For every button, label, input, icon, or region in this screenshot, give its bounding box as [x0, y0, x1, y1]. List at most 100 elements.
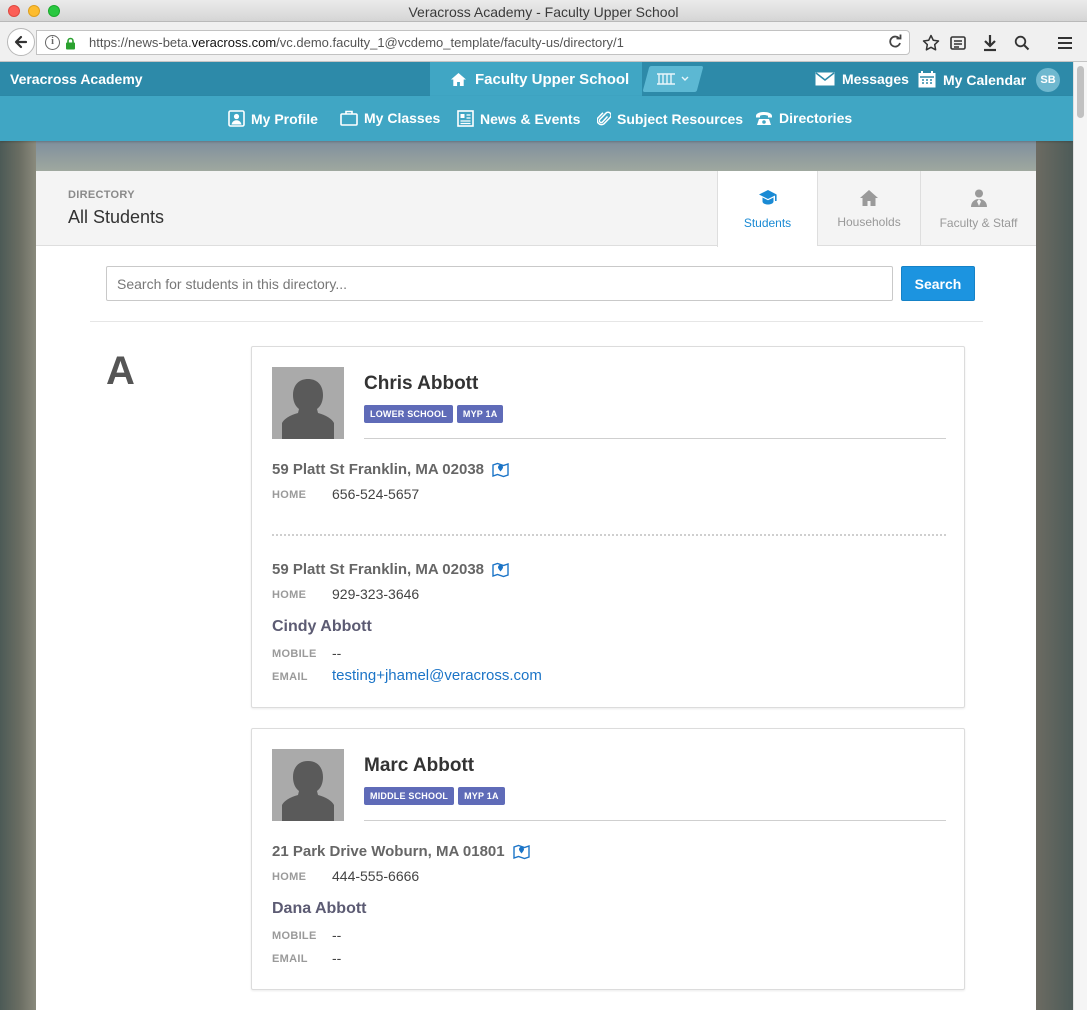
- divider: [364, 820, 946, 821]
- home-icon: [451, 72, 466, 86]
- main-nav: My Profile My Classes News & Events Subj…: [0, 96, 1073, 141]
- school-badge: LOWER SCHOOL: [364, 405, 453, 423]
- mobile-label: MOBILE: [272, 930, 317, 942]
- url-text[interactable]: https://news-beta.veracross.com/vc.demo.…: [89, 35, 624, 50]
- map-icon[interactable]: [492, 562, 509, 578]
- badge-group: LOWER SCHOOL MYP 1A: [364, 405, 504, 423]
- phone-label: HOME: [272, 589, 307, 601]
- graduation-cap-icon: [758, 190, 777, 205]
- home-phone[interactable]: 656-524-5657: [332, 486, 419, 502]
- house-icon: [860, 189, 878, 206]
- student-name[interactable]: Chris Abbott: [364, 373, 478, 395]
- nav-label: My Profile: [251, 110, 318, 127]
- directory-search-input[interactable]: [106, 266, 893, 301]
- home-address: 59 Platt St Franklin, MA 02038: [272, 461, 509, 478]
- nav-label: Subject Resources: [617, 110, 744, 127]
- directory-eyebrow: DIRECTORY: [68, 189, 135, 201]
- student-card: Chris Abbott LOWER SCHOOL MYP 1A 59 Plat…: [251, 346, 965, 708]
- home-phone[interactable]: 929-323-3646: [332, 586, 419, 602]
- hamburger-menu-icon[interactable]: [1055, 33, 1075, 53]
- nav-subject-resources[interactable]: Subject Resources: [597, 110, 743, 127]
- tab-households[interactable]: Households: [817, 171, 920, 246]
- browser-toolbar: i https://news-beta.veracross.com/vc.dem…: [0, 22, 1087, 62]
- scrollbar-thumb[interactable]: [1077, 66, 1084, 118]
- nav-news-events[interactable]: News & Events: [457, 110, 580, 127]
- student-name[interactable]: Marc Abbott: [364, 755, 474, 777]
- home-phone[interactable]: 444-555-6666: [332, 868, 419, 884]
- messages-link[interactable]: Messages: [815, 71, 909, 87]
- section-letter: A: [106, 349, 135, 393]
- search-icon[interactable]: [1012, 33, 1032, 53]
- window-title: Veracross Academy - Faculty Upper School: [408, 4, 679, 20]
- news-icon: [457, 110, 474, 127]
- directory-header: DIRECTORY All Students Students Househol…: [36, 171, 1036, 247]
- portal-tab[interactable]: Faculty Upper School: [430, 62, 642, 96]
- class-badge: MYP 1A: [458, 787, 505, 805]
- tab-label: Students: [743, 216, 792, 230]
- phone-label: HOME: [272, 871, 307, 883]
- tab-faculty-staff[interactable]: Faculty & Staff: [920, 171, 1036, 246]
- person-icon: [970, 189, 987, 207]
- divider: [364, 438, 946, 439]
- dotted-divider: [272, 534, 946, 536]
- email-label: EMAIL: [272, 671, 308, 683]
- mobile-label: MOBILE: [272, 648, 317, 660]
- nav-label: News & Events: [480, 110, 581, 127]
- info-icon[interactable]: i: [45, 35, 60, 50]
- phone-label: HOME: [272, 489, 307, 501]
- divider: [90, 321, 983, 322]
- person-silhouette-icon: [282, 379, 334, 439]
- columns-logo-icon: [657, 73, 689, 85]
- tab-label: Households: [837, 214, 901, 229]
- calendar-icon: [918, 71, 936, 88]
- my-calendar-link[interactable]: My Calendar: [918, 71, 1026, 88]
- back-button[interactable]: [7, 28, 35, 56]
- address-bar[interactable]: i https://news-beta.veracross.com/vc.dem…: [36, 30, 910, 55]
- nav-my-profile[interactable]: My Profile: [228, 110, 318, 127]
- envelope-icon: [815, 72, 835, 86]
- back-arrow-icon: [14, 35, 28, 49]
- school-name[interactable]: Veracross Academy: [10, 71, 143, 87]
- nav-label: Directories: [779, 110, 853, 126]
- briefcase-icon: [340, 110, 358, 126]
- window-titlebar: Veracross Academy - Faculty Upper School: [0, 0, 1087, 22]
- reload-icon[interactable]: [887, 34, 903, 50]
- student-photo-placeholder[interactable]: [272, 749, 344, 821]
- school-badge: MIDDLE SCHOOL: [364, 787, 455, 805]
- nav-my-classes[interactable]: My Classes: [340, 110, 440, 126]
- parent-name[interactable]: Dana Abbott: [272, 900, 367, 918]
- nav-label: My Classes: [364, 110, 441, 126]
- mobile-value: --: [332, 927, 342, 943]
- student-photo-placeholder[interactable]: [272, 367, 344, 439]
- search-button[interactable]: Search: [901, 266, 975, 301]
- tab-label: Faculty & Staff: [939, 215, 1018, 230]
- person-silhouette-icon: [282, 761, 334, 821]
- directory-title: All Students: [68, 207, 165, 227]
- portal-switcher-button[interactable]: [642, 66, 704, 92]
- nav-directories[interactable]: Directories: [755, 110, 852, 126]
- page-scrollbar[interactable]: [1073, 62, 1087, 1010]
- address-text: 59 Platt St Franklin, MA 02038: [272, 461, 485, 478]
- campus-building-photo-strip: [36, 141, 1036, 171]
- map-icon[interactable]: [512, 844, 530, 860]
- home-address: 21 Park Drive Woburn, MA 01801: [272, 843, 530, 860]
- app-header: Veracross Academy Faculty Upper School M…: [0, 62, 1073, 96]
- lock-icon: [66, 37, 75, 50]
- user-avatar[interactable]: SB: [1036, 68, 1060, 92]
- student-card: Marc Abbott MIDDLE SCHOOL MYP 1A 21 Park…: [251, 728, 965, 990]
- badge-group: MIDDLE SCHOOL MYP 1A: [364, 787, 505, 805]
- email-link[interactable]: testing+jhamel@veracross.com: [332, 667, 542, 684]
- email-value: --: [332, 950, 342, 966]
- parent-name[interactable]: Cindy Abbott: [272, 618, 372, 636]
- tab-students[interactable]: Students: [717, 171, 817, 247]
- bookmark-star-icon[interactable]: [921, 33, 941, 53]
- email-label: EMAIL: [272, 953, 308, 965]
- map-icon[interactable]: [492, 462, 509, 478]
- address-text: 21 Park Drive Woburn, MA 01801: [272, 843, 505, 860]
- download-icon[interactable]: [980, 33, 1000, 53]
- address-text: 59 Platt St Franklin, MA 02038: [272, 561, 485, 578]
- reading-list-icon[interactable]: [948, 33, 968, 53]
- phone-icon: [756, 111, 772, 125]
- calendar-label: My Calendar: [943, 71, 1027, 88]
- portal-name: Faculty Upper School: [475, 70, 630, 88]
